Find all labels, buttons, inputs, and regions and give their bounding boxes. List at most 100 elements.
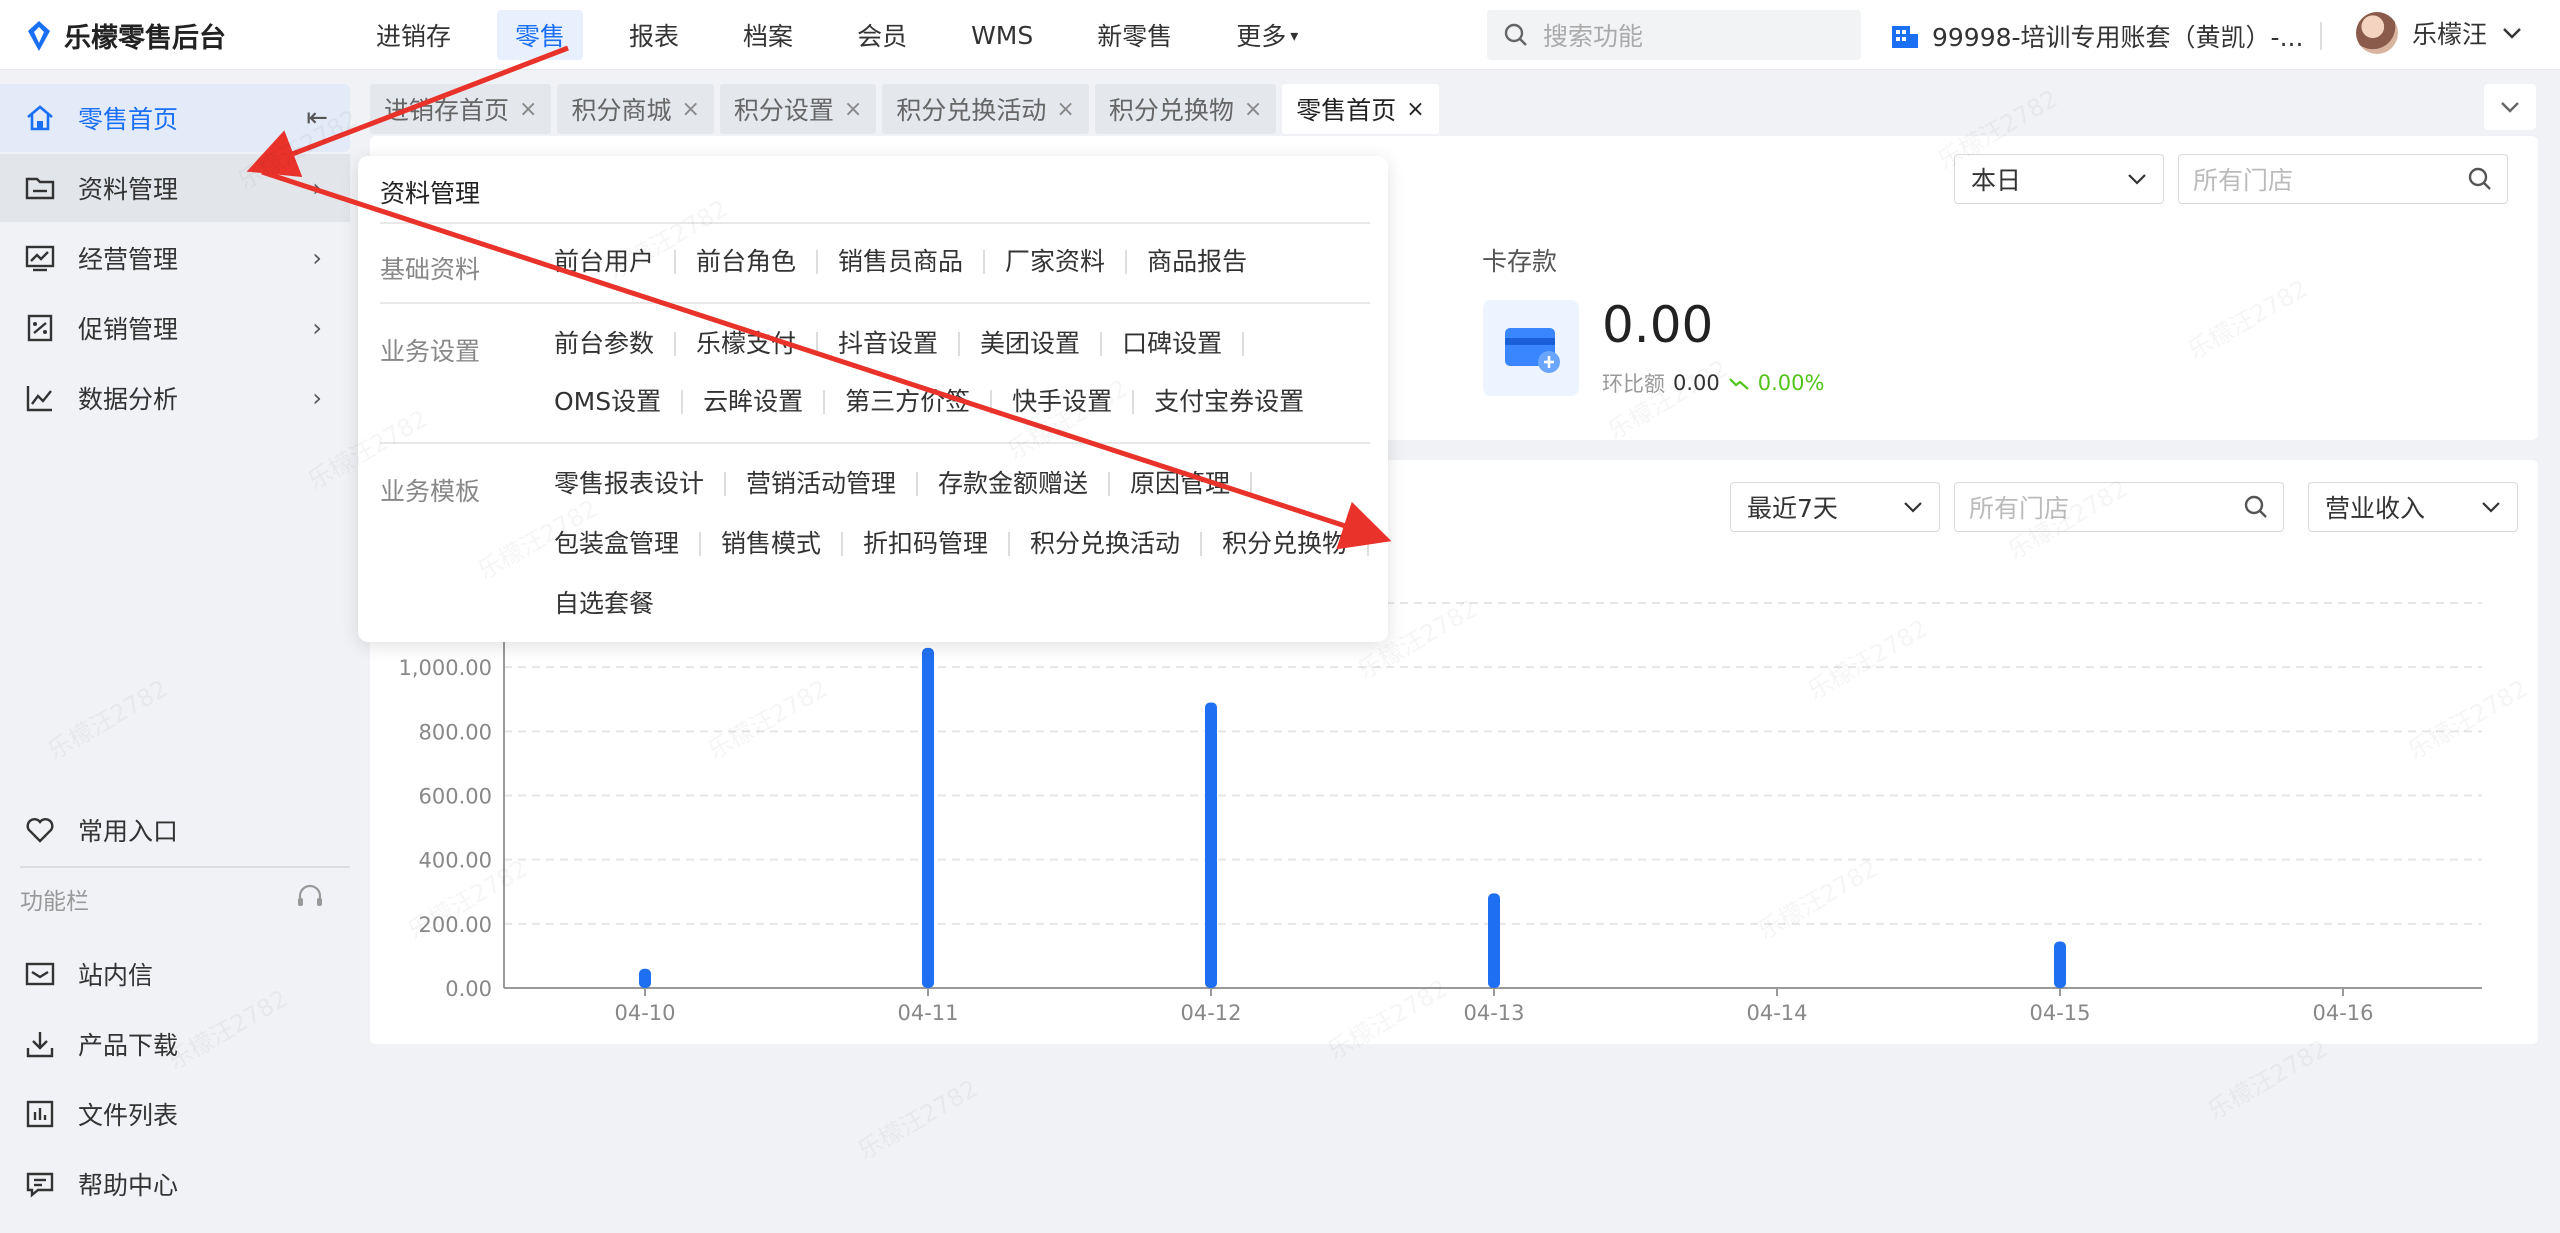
link-douyin-settings[interactable]: 抖音设置	[818, 331, 961, 356]
close-icon[interactable]: ×	[681, 97, 699, 122]
period-select[interactable]: 本日	[1954, 154, 2164, 204]
link-front-roles[interactable]: 前台角色	[676, 249, 819, 274]
sidebar-item-file-list[interactable]: 文件列表	[0, 1080, 350, 1148]
link-points-exchange-activity[interactable]: 积分兑换活动	[1010, 531, 1203, 556]
watermark: 乐檬汪2782	[850, 1069, 983, 1166]
sidebar-item-label: 零售首页	[78, 105, 179, 134]
store-search-input[interactable]: 所有门店	[2178, 154, 2508, 204]
close-icon[interactable]: ×	[1056, 97, 1074, 122]
nav-item-new-retail[interactable]: 新零售	[1079, 10, 1190, 60]
sidebar-item-label: 文件列表	[78, 1101, 179, 1130]
sidebar-item-label: 数据分析	[78, 385, 179, 414]
link-packaging-box[interactable]: 包装盒管理	[554, 531, 702, 556]
submenu-title: 资料管理	[380, 179, 481, 208]
sidebar-item-favorites[interactable]: 常用入口	[0, 796, 350, 864]
tab-label: 零售首页	[1296, 96, 1397, 125]
card-deposit-icon	[1483, 300, 1579, 396]
function-search-input[interactable]: 搜索功能	[1487, 10, 1861, 60]
search-placeholder: 搜索功能	[1543, 22, 1644, 51]
sidebar-item-label: 帮助中心	[78, 1171, 179, 1200]
trend-period-select[interactable]: 最近7天	[1730, 482, 1940, 532]
link-alipay-coupon-settings[interactable]: 支付宝券设置	[1134, 389, 1324, 414]
collapse-sidebar-icon[interactable]: ⇤	[306, 103, 328, 133]
nav-item-more[interactable]: 更多 ▾	[1218, 10, 1316, 60]
link-koubei-settings[interactable]: 口碑设置	[1102, 331, 1245, 356]
tabs-dropdown-button[interactable]	[2484, 84, 2536, 130]
download-icon	[26, 1032, 54, 1058]
nav-item-members[interactable]: 会员	[839, 10, 925, 60]
sidebar-item-label: 经营管理	[78, 245, 179, 274]
tab-retail-home[interactable]: 零售首页 ×	[1282, 84, 1439, 134]
logo-icon	[28, 20, 50, 51]
search-icon	[2468, 167, 2491, 190]
link-yunmou-settings[interactable]: 云眸设置	[683, 389, 826, 414]
close-icon[interactable]: ×	[1406, 97, 1424, 122]
nav-item-retail[interactable]: 零售	[497, 10, 584, 60]
nav-more-label: 更多	[1236, 22, 1287, 51]
link-front-params[interactable]: 前台参数	[554, 331, 677, 356]
link-kuaishou-settings[interactable]: 快手设置	[992, 389, 1135, 414]
nav-item-inventory[interactable]: 进销存	[358, 10, 469, 60]
chevron-right-icon: ›	[312, 174, 322, 202]
nav-item-reports[interactable]: 报表	[611, 10, 697, 60]
link-oms-settings[interactable]: OMS设置	[554, 389, 684, 414]
y-tick-label: 600.00	[419, 785, 492, 809]
y-tick-label: 1,000.00	[398, 656, 492, 680]
link-meituan-settings[interactable]: 美团设置	[960, 331, 1103, 356]
link-salesperson-products[interactable]: 销售员商品	[818, 249, 986, 274]
line-chart-icon	[26, 386, 52, 412]
comparison-value: 0.00	[1673, 371, 1720, 395]
tab-points-exchange-items[interactable]: 积分兑换物 ×	[1094, 84, 1277, 134]
headset-icon[interactable]	[295, 882, 325, 912]
trend-period-value: 最近7天	[1747, 494, 1838, 523]
comparison-percent: 0.00%	[1757, 371, 1825, 395]
bar	[922, 647, 934, 988]
link-marketing-activity[interactable]: 营销活动管理	[726, 471, 919, 496]
account-name: 99998-培训专用账套（黄凯）-...	[1932, 23, 2304, 52]
account-switcher[interactable]: 99998-培训专用账套（黄凯）-...	[1890, 18, 2303, 54]
sidebar-item-label: 产品下载	[78, 1031, 179, 1060]
tab-points-mall[interactable]: 积分商城 ×	[557, 84, 714, 134]
link-lemeng-pay[interactable]: 乐檬支付	[676, 331, 819, 356]
data-management-submenu: 资料管理 基础资料 前台用户 前台角色 销售员商品 厂家资料 商品报告 业务设置…	[358, 156, 1388, 642]
link-custom-package[interactable]: 自选套餐	[554, 591, 674, 616]
link-points-exchange-items[interactable]: 积分兑换物	[1202, 531, 1370, 556]
link-manufacturer-data[interactable]: 厂家资料	[985, 249, 1128, 274]
sidebar-item-promotions[interactable]: 促销管理 ›	[0, 294, 350, 362]
link-reason-management[interactable]: 原因管理	[1110, 471, 1253, 496]
trend-store-placeholder: 所有门店	[1969, 494, 2070, 523]
tab-label: 进销存首页	[384, 96, 510, 125]
metric-select[interactable]: 营业收入	[2308, 482, 2518, 532]
link-retail-report-design[interactable]: 零售报表设计	[554, 471, 727, 496]
sidebar-item-data-management[interactable]: 资料管理 ›	[0, 154, 350, 222]
close-icon[interactable]: ×	[519, 97, 537, 122]
y-tick-label: 800.00	[419, 720, 492, 744]
sidebar: 零售首页 ⇤ 资料管理 › 经营管理 › 促销管理 › 数据分析 › 常用入口 …	[0, 70, 355, 1233]
tab-inventory-home[interactable]: 进销存首页 ×	[370, 84, 552, 134]
trend-store-search-input[interactable]: 所有门店	[1954, 482, 2284, 532]
sidebar-item-data-analysis[interactable]: 数据分析 ›	[0, 364, 350, 432]
sidebar-item-downloads[interactable]: 产品下载	[0, 1010, 350, 1078]
tab-points-exchange-activity[interactable]: 积分兑换活动 ×	[882, 84, 1089, 134]
sidebar-item-operations[interactable]: 经营管理 ›	[0, 224, 350, 292]
metric-select-value: 营业收入	[2325, 494, 2426, 523]
sidebar-item-help[interactable]: 帮助中心	[0, 1150, 350, 1218]
nav-item-wms[interactable]: WMS	[953, 10, 1051, 60]
link-sales-mode[interactable]: 销售模式	[701, 531, 844, 556]
link-front-users[interactable]: 前台用户	[554, 249, 677, 274]
link-deposit-gift[interactable]: 存款金额赠送	[918, 471, 1111, 496]
promotion-icon	[27, 314, 53, 342]
link-discount-code[interactable]: 折扣码管理	[843, 531, 1011, 556]
sidebar-item-retail-home[interactable]: 零售首页 ⇤	[0, 84, 350, 152]
link-third-party-price-tag[interactable]: 第三方价签	[825, 389, 993, 414]
tab-points-settings[interactable]: 积分设置 ×	[719, 84, 877, 134]
y-tick-label: 200.00	[419, 913, 492, 937]
sidebar-item-messages[interactable]: 站内信	[0, 940, 350, 1008]
link-product-report[interactable]: 商品报告	[1127, 249, 1267, 274]
app-logo[interactable]: 乐檬零售后台	[22, 16, 226, 55]
user-menu[interactable]: 乐檬汪	[2356, 12, 2523, 54]
close-icon[interactable]: ×	[844, 97, 862, 122]
comparison-label: 环比额	[1602, 372, 1665, 396]
close-icon[interactable]: ×	[1244, 97, 1262, 122]
nav-item-archives[interactable]: 档案	[725, 10, 811, 60]
